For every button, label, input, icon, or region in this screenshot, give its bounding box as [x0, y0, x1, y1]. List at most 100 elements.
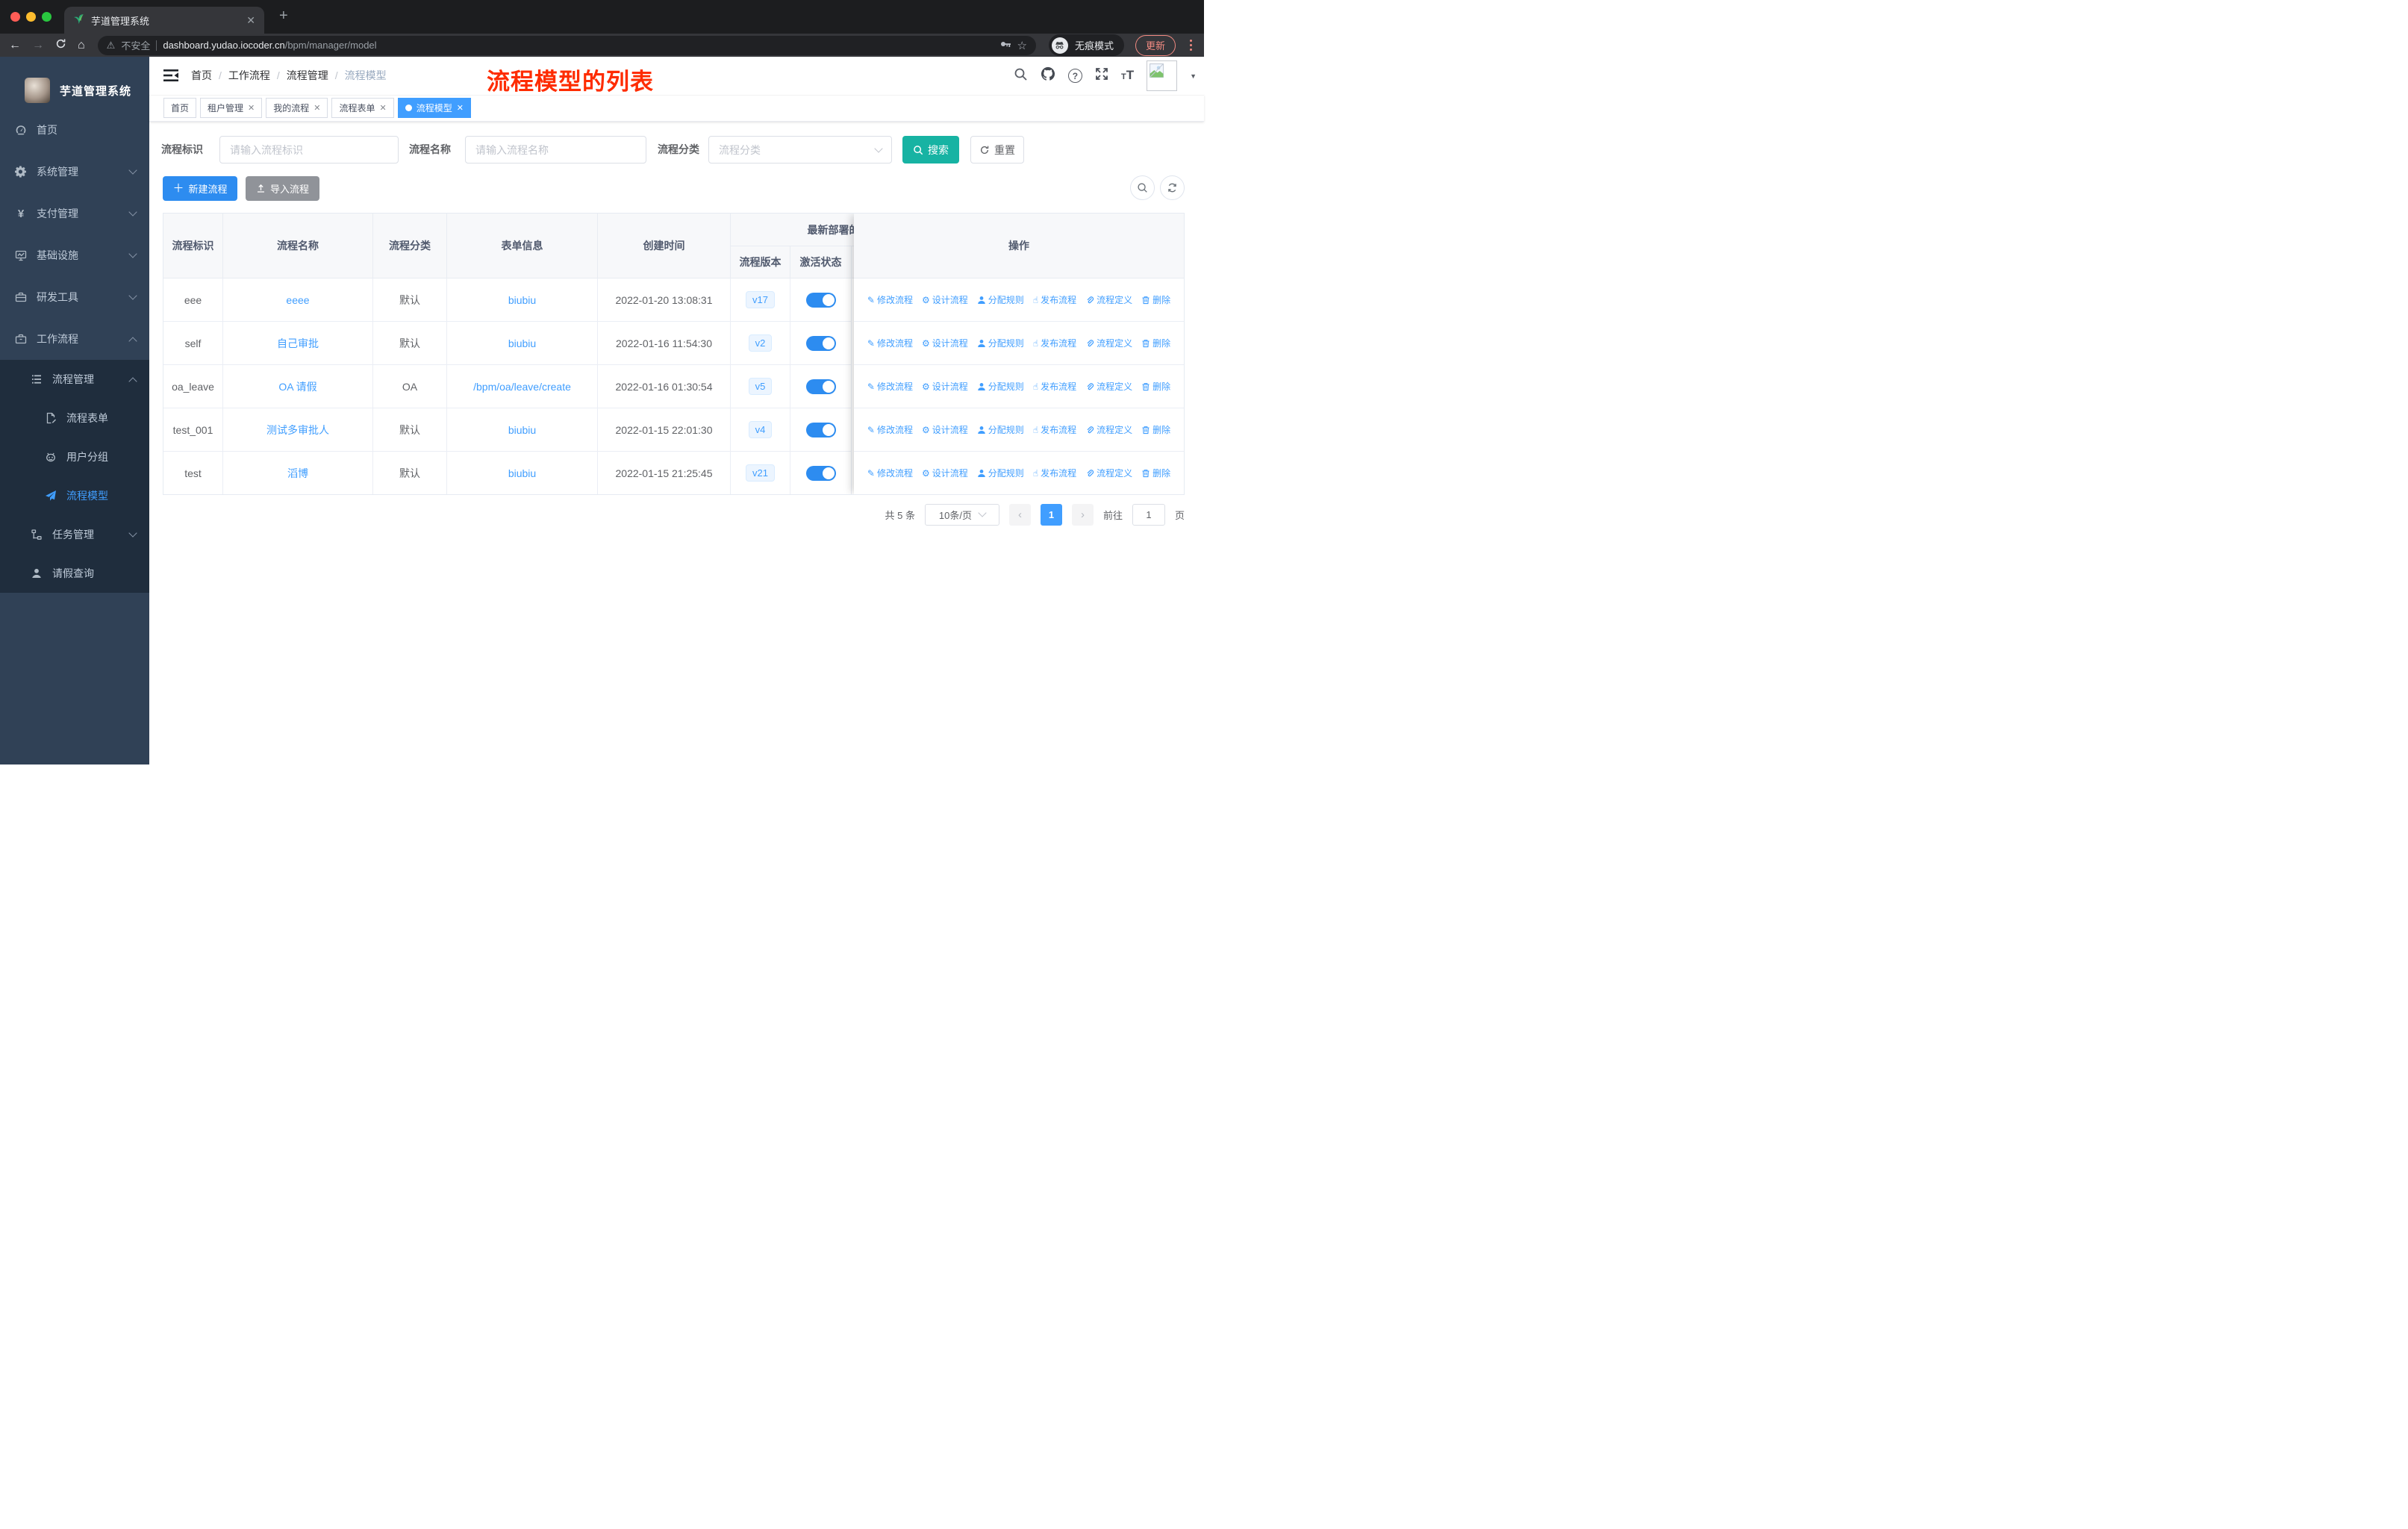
form-link[interactable]: /bpm/oa/leave/create — [473, 381, 571, 393]
process-definition-link[interactable]: 流程定义 — [1085, 380, 1132, 393]
delete-link[interactable]: 删除 — [1141, 423, 1170, 436]
edit-process-link[interactable]: ✎ 修改流程 — [867, 467, 913, 479]
page-size-select[interactable]: 10条/页 — [924, 503, 999, 526]
process-definition-link[interactable]: 流程定义 — [1085, 467, 1132, 479]
import-process-button[interactable]: 导入流程 — [246, 176, 319, 201]
close-icon[interactable]: ✕ — [457, 103, 464, 113]
design-process-link[interactable]: ⚙ 设计流程 — [922, 380, 968, 393]
table-search-toggle-button[interactable] — [1130, 175, 1155, 200]
sidebar-item-process-management[interactable]: 流程管理 — [0, 360, 149, 399]
user-avatar[interactable] — [1147, 60, 1178, 91]
sidebar-item-home[interactable]: 首页 — [0, 109, 149, 151]
process-name-link[interactable]: OA 请假 — [278, 379, 316, 394]
process-name-link[interactable]: 测试多审批人 — [266, 423, 329, 437]
create-process-button[interactable]: ＋ 新建流程 — [163, 176, 237, 201]
version-badge[interactable]: v4 — [748, 421, 773, 438]
delete-link[interactable]: 删除 — [1141, 337, 1170, 349]
window-zoom-button[interactable] — [42, 12, 52, 22]
assign-rule-link[interactable]: 分配规则 — [977, 423, 1024, 436]
assign-rule-link[interactable]: 分配规则 — [977, 293, 1024, 306]
close-icon[interactable]: ✕ — [248, 103, 255, 113]
version-badge[interactable]: v5 — [748, 378, 773, 395]
tag-my-process[interactable]: 我的流程 ✕ — [266, 98, 328, 118]
sidebar-item-system[interactable]: 系统管理 — [0, 151, 149, 193]
prev-page-button[interactable]: ‹ — [1008, 503, 1031, 526]
breadcrumb-item[interactable]: 流程管理 — [287, 57, 328, 95]
active-toggle[interactable] — [805, 422, 836, 437]
goto-page-input[interactable] — [1132, 503, 1165, 526]
sidebar-item-user-group[interactable]: 用户分组 — [0, 437, 149, 476]
back-icon[interactable]: ← — [9, 39, 21, 52]
fullscreen-icon[interactable] — [1095, 67, 1108, 84]
window-close-button[interactable] — [10, 12, 20, 22]
publish-process-link[interactable]: ☝ 发布流程 — [1033, 337, 1076, 349]
tag-process-model[interactable]: 流程模型 ✕ — [397, 98, 471, 118]
active-toggle[interactable] — [805, 335, 836, 351]
search-button[interactable]: 搜索 — [902, 136, 959, 164]
process-name-link[interactable]: 自己审批 — [277, 336, 319, 351]
sidebar-item-infra[interactable]: 基础设施 — [0, 234, 149, 276]
design-process-link[interactable]: ⚙ 设计流程 — [922, 423, 968, 436]
current-page-button[interactable]: 1 — [1040, 503, 1062, 526]
tag-process-form[interactable]: 流程表单 ✕ — [331, 98, 394, 118]
browser-tab[interactable]: 芋道管理系统 ✕ — [64, 7, 264, 34]
form-link[interactable]: biubiu — [508, 467, 536, 479]
close-icon[interactable]: ✕ — [314, 103, 320, 113]
breadcrumb-item[interactable]: 工作流程 — [228, 57, 270, 95]
font-size-icon[interactable]: TT — [1121, 69, 1134, 84]
publish-process-link[interactable]: ☝ 发布流程 — [1033, 380, 1076, 393]
process-definition-link[interactable]: 流程定义 — [1085, 293, 1132, 306]
version-badge[interactable]: v2 — [748, 334, 773, 352]
address-bar[interactable]: ⚠ 不安全 dashboard.yudao.iocoder.cn/bpm/man… — [97, 35, 1036, 55]
filter-category-select[interactable]: 流程分类 — [708, 136, 892, 164]
design-process-link[interactable]: ⚙ 设计流程 — [922, 293, 968, 306]
key-icon[interactable] — [999, 38, 1011, 52]
process-definition-link[interactable]: 流程定义 — [1085, 337, 1132, 349]
delete-link[interactable]: 删除 — [1141, 467, 1170, 479]
assign-rule-link[interactable]: 分配规则 — [977, 337, 1024, 349]
sidebar-item-workflow[interactable]: 工作流程 — [0, 318, 149, 360]
github-icon[interactable] — [1041, 66, 1055, 85]
edit-process-link[interactable]: ✎ 修改流程 — [867, 380, 913, 393]
process-name-link[interactable]: eeee — [286, 294, 309, 306]
home-icon[interactable]: ⌂ — [78, 39, 85, 52]
tag-home[interactable]: 首页 — [163, 98, 197, 118]
delete-link[interactable]: 删除 — [1141, 380, 1170, 393]
reset-button[interactable]: 重置 — [970, 136, 1024, 164]
active-toggle[interactable] — [805, 465, 836, 481]
edit-process-link[interactable]: ✎ 修改流程 — [867, 293, 913, 306]
design-process-link[interactable]: ⚙ 设计流程 — [922, 337, 968, 349]
browser-menu-icon[interactable] — [1187, 40, 1195, 51]
sidebar-item-task-management[interactable]: 任务管理 — [0, 515, 149, 554]
search-icon[interactable] — [1014, 67, 1028, 85]
publish-process-link[interactable]: ☝ 发布流程 — [1033, 423, 1076, 436]
publish-process-link[interactable]: ☝ 发布流程 — [1033, 293, 1076, 306]
sidebar-item-devtools[interactable]: 研发工具 — [0, 276, 149, 318]
tab-close-icon[interactable]: ✕ — [246, 14, 255, 27]
active-toggle[interactable] — [805, 292, 836, 308]
sidebar-item-process-model[interactable]: 流程模型 — [0, 476, 149, 515]
publish-process-link[interactable]: ☝ 发布流程 — [1033, 467, 1076, 479]
update-button[interactable]: 更新 — [1135, 34, 1176, 56]
edit-process-link[interactable]: ✎ 修改流程 — [867, 423, 913, 436]
sidebar-item-process-form[interactable]: 流程表单 — [0, 399, 149, 437]
process-name-link[interactable]: 滔博 — [287, 466, 308, 481]
next-page-button[interactable]: › — [1071, 503, 1094, 526]
bookmark-star-icon[interactable]: ☆ — [1017, 39, 1027, 52]
assign-rule-link[interactable]: 分配规则 — [977, 467, 1024, 479]
sidebar-collapse-icon[interactable] — [163, 69, 178, 82]
new-tab-button[interactable]: + — [279, 8, 288, 23]
sidebar-item-payment[interactable]: ¥ 支付管理 — [0, 193, 149, 234]
form-link[interactable]: biubiu — [508, 294, 536, 306]
help-icon[interactable]: ? — [1067, 69, 1082, 83]
chevron-down-icon[interactable]: ▼ — [1190, 72, 1197, 80]
filter-id-input[interactable] — [219, 136, 399, 164]
version-badge[interactable]: v17 — [746, 291, 775, 308]
form-link[interactable]: biubiu — [508, 424, 536, 436]
active-toggle[interactable] — [805, 379, 836, 394]
breadcrumb-item[interactable]: 首页 — [191, 57, 212, 95]
tag-tenant[interactable]: 租户管理 ✕ — [200, 98, 263, 118]
close-icon[interactable]: ✕ — [380, 103, 387, 113]
delete-link[interactable]: 删除 — [1141, 293, 1170, 306]
filter-name-input[interactable] — [465, 136, 646, 164]
